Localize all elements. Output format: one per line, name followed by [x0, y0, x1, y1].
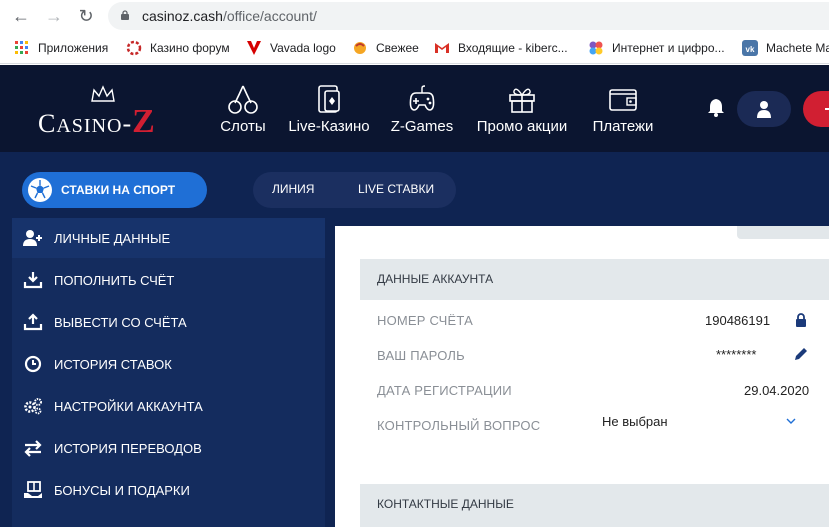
back-arrow-icon[interactable]: ← — [10, 5, 32, 27]
top-tab-edge[interactable] — [737, 226, 829, 239]
account-number-value: 190486191 — [705, 313, 771, 328]
registration-date-label: ДАТА РЕГИСТРАЦИИ — [377, 383, 512, 398]
casino-z-logo[interactable]: CASINO-Z — [38, 85, 173, 140]
vavada-icon — [247, 41, 261, 55]
gmail-icon — [435, 43, 449, 53]
nav-payments[interactable]: Платежи — [588, 83, 658, 139]
chevron-down-icon[interactable] — [786, 417, 796, 425]
reload-icon[interactable]: ↻ — [75, 5, 97, 27]
user-icon — [757, 101, 771, 118]
sport-tabs: ЛИНИЯ LIVE СТАВКИ — [253, 172, 456, 208]
login-icon — [825, 108, 829, 110]
sidebar-item-personal-data[interactable]: ЛИЧНЫЕ ДАННЫЕ — [12, 218, 325, 258]
sport-bets-button[interactable]: СТАВКИ НА СПОРТ — [22, 172, 207, 208]
vk-icon: vk — [742, 40, 758, 56]
forum-icon — [126, 40, 142, 56]
cherries-icon — [228, 85, 258, 114]
bell-icon[interactable] — [707, 97, 725, 117]
apps-grid-icon — [15, 41, 28, 54]
pencil-icon[interactable] — [794, 347, 808, 361]
bookmark-inbox[interactable]: Входящие - kiberc... — [434, 40, 568, 56]
security-question-select[interactable]: Не выбран — [602, 414, 668, 429]
sidebar-item-settings[interactable]: НАСТРОЙКИ АККАУНТА — [12, 386, 325, 426]
user-account-button[interactable] — [737, 91, 791, 127]
tab-live-bets[interactable]: LIVE СТАВКИ — [358, 182, 434, 196]
puzzle-icon — [589, 41, 603, 55]
sidebar-item-bonuses[interactable]: БОНУСЫ И ПОДАРКИ — [12, 470, 325, 510]
gift-hand-icon — [24, 481, 42, 498]
password-label: ВАШ ПАРОЛЬ — [377, 348, 465, 363]
forward-arrow-icon[interactable]: → — [43, 5, 65, 27]
tab-line[interactable]: ЛИНИЯ — [272, 182, 314, 196]
gamepad-icon — [409, 85, 435, 111]
sidebar-item-transfer-history[interactable]: ИСТОРИЯ ПЕРЕВОДОВ — [12, 428, 325, 468]
nav-promo[interactable]: Промо акции — [470, 83, 574, 139]
nav-z-games[interactable]: Z-Games — [388, 83, 456, 139]
lock-icon — [121, 10, 129, 20]
crown-icon — [91, 85, 115, 102]
soccer-ball-icon — [28, 178, 52, 202]
sidebar-item-deposit[interactable]: ПОПОЛНИТЬ СЧЁТ — [12, 260, 325, 300]
sidebar-item-withdraw[interactable]: ВЫВЕСТИ СО СЧЁТА — [12, 302, 325, 342]
gift-icon — [509, 88, 535, 113]
bookmarks-bar: Приложения Казино форум Vavada logo Свеж… — [0, 32, 829, 64]
registration-date-value: 29.04.2020 — [744, 383, 810, 398]
transfer-arrows-icon — [24, 440, 42, 457]
gears-icon — [24, 398, 42, 415]
password-value: ******** — [716, 347, 757, 362]
lock-icon — [796, 313, 806, 327]
bookmark-internet[interactable]: Интернет и цифро... — [588, 40, 725, 56]
nav-slots[interactable]: Слоты — [218, 83, 268, 139]
nav-live-casino[interactable]: Live-Казино — [284, 83, 374, 139]
logo-wordmark: CASINO-Z — [38, 103, 156, 140]
bookmark-fresh[interactable]: Свежее — [352, 40, 419, 56]
upload-icon — [23, 313, 43, 331]
bookmark-casino-forum[interactable]: Казино форум — [126, 40, 230, 56]
bookmark-vavada[interactable]: Vavada logo — [246, 40, 336, 56]
url-text: casinoz.cash/office/account/ — [142, 8, 317, 24]
wallet-icon — [609, 89, 637, 111]
bookmark-machete[interactable]: vk Machete Ma — [742, 40, 829, 56]
site-header: CASINO-Z Слоты Live-Казино Z-Games Промо… — [0, 65, 829, 152]
svg-text:vk: vk — [746, 45, 755, 54]
live-cards-icon — [318, 85, 340, 113]
sidebar-item-bet-history[interactable]: ИСТОРИЯ СТАВОК — [12, 344, 325, 384]
address-bar[interactable]: casinoz.cash/office/account/ — [108, 2, 829, 30]
browser-toolbar: ← → ↻ casinoz.cash/office/account/ — [0, 0, 829, 32]
bookmark-apps[interactable]: Приложения — [14, 40, 108, 56]
user-plus-icon — [23, 230, 42, 246]
fresh-icon — [354, 42, 366, 54]
clock-icon — [24, 355, 42, 373]
account-data-header: ДАННЫЕ АККАУНТА — [360, 259, 829, 300]
security-question-label: КОНТРОЛЬНЫЙ ВОПРОС — [377, 418, 541, 433]
download-icon — [23, 272, 43, 289]
account-number-label: НОМЕР СЧЁТА — [377, 313, 473, 328]
contact-data-header: КОНТАКТНЫЕ ДАННЫЕ — [360, 484, 829, 527]
